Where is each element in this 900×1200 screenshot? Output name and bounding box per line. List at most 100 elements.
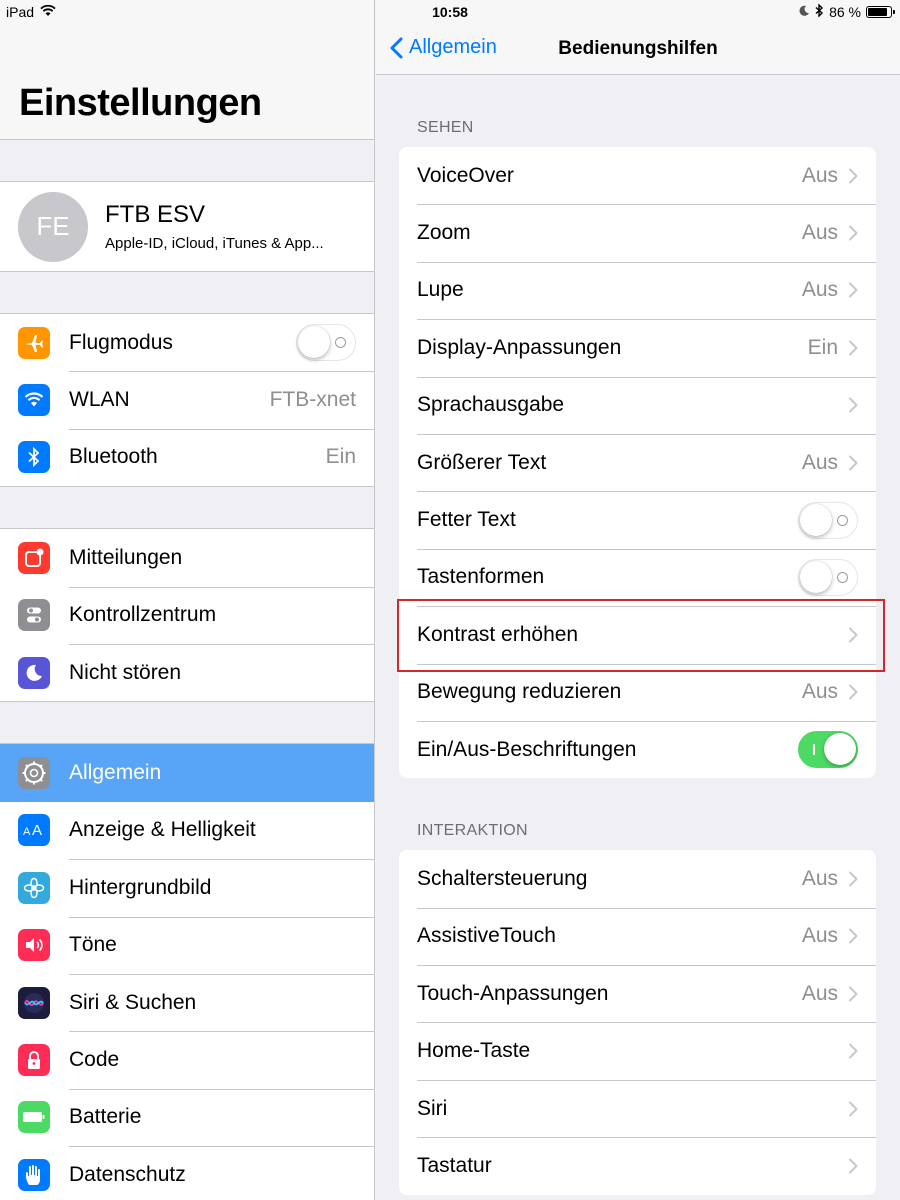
setting-row-fetter-text[interactable]: Fetter Text bbox=[399, 491, 876, 548]
sidebar-item-label: Bluetooth bbox=[69, 445, 158, 469]
setting-label: Siri bbox=[417, 1096, 448, 1120]
setting-label: Touch-Anpassungen bbox=[417, 981, 609, 1005]
setting-label: Schaltersteuerung bbox=[417, 866, 588, 890]
setting-row-tastenformen[interactable]: Tastenformen bbox=[399, 548, 876, 606]
battery-fill bbox=[868, 8, 887, 16]
sidebar-item-label: Code bbox=[69, 1047, 120, 1071]
setting-row-home-taste[interactable]: Home-Taste bbox=[399, 1022, 876, 1079]
chevron-right-icon bbox=[849, 1158, 858, 1174]
chevron-right-icon bbox=[849, 225, 858, 241]
setting-row-siri[interactable]: Siri bbox=[399, 1079, 876, 1137]
setting-value: Aus bbox=[801, 924, 838, 948]
sidebar-item-toene[interactable]: Töne bbox=[0, 916, 374, 974]
tastenformen-toggle[interactable] bbox=[798, 558, 858, 596]
setting-value: Aus bbox=[801, 866, 838, 890]
chevron-right-icon bbox=[849, 168, 858, 184]
chevron-right-icon bbox=[849, 1043, 858, 1059]
setting-row-sprachausgabe[interactable]: Sprachausgabe bbox=[399, 376, 876, 434]
detail-sections: SEHEN VoiceOver Aus Zoom Aus Lupe Aus Display-A… bbox=[376, 75, 900, 1195]
chevron-right-icon bbox=[849, 1101, 858, 1117]
settings-group-sehen: VoiceOver Aus Zoom Aus Lupe Aus Display-Anpass… bbox=[399, 147, 876, 779]
avatar: FE bbox=[18, 191, 88, 262]
sidebar-group-notifications: Mitteilungen Kontrollzentrum Nicht stören bbox=[0, 528, 374, 703]
sidebar-title: Einstellungen bbox=[19, 82, 262, 124]
setting-row-ein-aus-beschriftungen[interactable]: Ein/Aus-Beschriftungen bbox=[399, 720, 876, 778]
sidebar-item-mitteilungen[interactable]: Mitteilungen bbox=[0, 529, 374, 586]
setting-label: Ein/Aus-Beschriftungen bbox=[417, 737, 637, 761]
setting-row-zoom[interactable]: Zoom Aus bbox=[399, 204, 876, 261]
sidebar-item-flugmodus[interactable]: Flugmodus bbox=[0, 314, 374, 371]
sidebar-item-label: WLAN bbox=[69, 388, 130, 412]
chevron-right-icon bbox=[849, 986, 858, 1002]
chevron-right-icon bbox=[849, 684, 858, 700]
setting-value: Aus bbox=[801, 680, 838, 704]
sidebar-item-label: Kontrollzentrum bbox=[69, 603, 217, 627]
sidebar-item-value: FTB-xnet bbox=[269, 388, 356, 412]
sidebar-item-siri-suchen[interactable]: Siri & Suchen bbox=[0, 973, 374, 1031]
bluetooth-status-icon bbox=[815, 3, 824, 20]
sidebar-item-label: Nicht stören bbox=[69, 660, 182, 684]
ein-aus-beschriftungen-toggle[interactable] bbox=[798, 731, 858, 769]
setting-value: Aus bbox=[801, 278, 838, 302]
setting-row-voiceover[interactable]: VoiceOver Aus bbox=[399, 147, 876, 204]
setting-label: Sprachausgabe bbox=[417, 393, 565, 417]
sidebar-item-wlan[interactable]: WLAN FTB-xnet bbox=[0, 371, 374, 428]
profile-row[interactable]: FE FTB ESV Apple-ID, iCloud, iTunes & Ap… bbox=[0, 182, 374, 271]
setting-row-assistivetouch[interactable]: AssistiveTouch Aus bbox=[399, 907, 876, 965]
bluetooth-icon bbox=[18, 441, 50, 474]
fetter-text-toggle[interactable] bbox=[798, 501, 858, 539]
accessibility-detail: Allgemein Bedienungshilfen SEHEN VoiceOve… bbox=[376, 0, 900, 1200]
sidebar-item-label: Datenschutz bbox=[69, 1162, 186, 1186]
sidebar-item-label: Batterie bbox=[69, 1105, 142, 1129]
sidebar-item-anzeige-helligkeit[interactable]: A A Anzeige & Helligkeit bbox=[0, 802, 374, 859]
setting-label: Display-Anpassungen bbox=[417, 335, 622, 359]
settings-group-interaktion: Schaltersteuerung Aus AssistiveTouch Aus Tou… bbox=[399, 850, 876, 1195]
setting-label: AssistiveTouch bbox=[417, 924, 556, 948]
setting-label: Home-Taste bbox=[417, 1039, 531, 1063]
sidebar-item-label: Anzeige & Helligkeit bbox=[69, 818, 256, 842]
wifi-icon bbox=[18, 384, 50, 417]
sidebar-item-allgemein[interactable]: Allgemein bbox=[0, 744, 374, 802]
battery-icon bbox=[18, 1101, 50, 1134]
display-icon: AA bbox=[18, 814, 50, 847]
toggle-knob bbox=[824, 733, 856, 766]
setting-label: Zoom bbox=[417, 221, 471, 245]
status-bar: iPad 10:58 86 % bbox=[0, 0, 900, 26]
chevron-right-icon bbox=[849, 627, 858, 643]
section-header-sehen: SEHEN bbox=[417, 119, 474, 136]
setting-row-kontrast-erhoehen[interactable]: Kontrast erhöhen bbox=[399, 606, 876, 663]
gear-icon bbox=[18, 757, 50, 790]
setting-row-display-anpassungen[interactable]: Display-Anpassungen Ein bbox=[399, 319, 876, 376]
setting-row-groesserer-text[interactable]: Größerer Text Aus bbox=[399, 433, 876, 491]
sidebar-item-value: Ein bbox=[325, 445, 356, 469]
status-time: 10:58 bbox=[432, 4, 468, 20]
chevron-right-icon bbox=[849, 455, 858, 471]
sidebar-item-bluetooth[interactable]: Bluetooth Ein bbox=[0, 428, 374, 486]
setting-row-lupe[interactable]: Lupe Aus bbox=[399, 261, 876, 319]
sidebar-item-kontrollzentrum[interactable]: Kontrollzentrum bbox=[0, 586, 374, 644]
toggle-knob bbox=[800, 560, 832, 593]
siri-icon bbox=[18, 986, 50, 1019]
airplane-mode-toggle[interactable] bbox=[296, 324, 356, 362]
moon-icon bbox=[18, 656, 50, 689]
setting-row-touch-anpassungen[interactable]: Touch-Anpassungen Aus bbox=[399, 965, 876, 1022]
chevron-right-icon bbox=[849, 397, 858, 413]
setting-label: VoiceOver bbox=[417, 163, 514, 187]
lock-icon bbox=[18, 1043, 50, 1076]
sidebar-item-code[interactable]: Code bbox=[0, 1031, 374, 1088]
sidebar-group-general: Allgemein A A Anzeige & Helligkeit Hintergru… bbox=[0, 743, 374, 1200]
sidebar-item-nicht-stoeren[interactable]: Nicht stören bbox=[0, 643, 374, 701]
settings-sidebar: Einstellungen FE FTB ESV Apple-ID, iClou… bbox=[0, 0, 375, 1200]
notifications-icon bbox=[18, 541, 50, 574]
profile-subtitle: Apple-ID, iCloud, iTunes & App... bbox=[105, 235, 324, 252]
chevron-right-icon bbox=[849, 340, 858, 356]
setting-row-tastatur[interactable]: Tastatur bbox=[399, 1137, 876, 1194]
sidebar-item-hintergrundbild[interactable]: Hintergrundbild bbox=[0, 859, 374, 916]
svg-text:A: A bbox=[23, 826, 31, 838]
setting-row-schaltersteuerung[interactable]: Schaltersteuerung Aus bbox=[399, 850, 876, 907]
sidebar-item-datenschutz[interactable]: Datenschutz bbox=[0, 1146, 374, 1200]
setting-row-bewegung-reduzieren[interactable]: Bewegung reduzieren Aus bbox=[399, 663, 876, 721]
setting-value: Aus bbox=[801, 221, 838, 245]
control-center-icon bbox=[18, 599, 50, 632]
sidebar-item-batterie[interactable]: Batterie bbox=[0, 1088, 374, 1146]
